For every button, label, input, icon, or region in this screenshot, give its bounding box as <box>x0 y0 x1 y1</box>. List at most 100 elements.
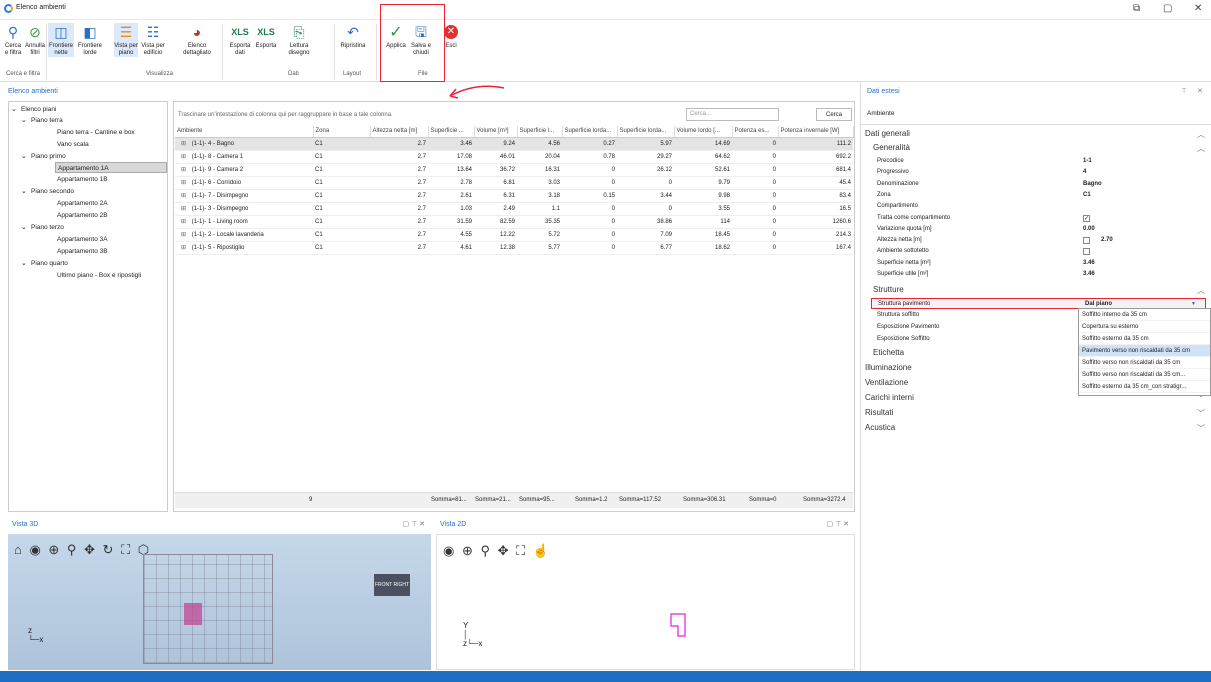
table-row[interactable]: ⊞ (1-1)- 4 - Bagno C1 2.7 3.46 9.24 4.56 0.27 5… <box>175 137 853 151</box>
search-filter-button[interactable]: ⚲ Cerca e filtra <box>3 23 23 57</box>
dropdown-option[interactable]: Soffitto verso non riscaldati da 35 cm <box>1079 357 1210 369</box>
search-input[interactable]: Cerca... <box>686 108 779 121</box>
tree-node[interactable]: ⌄ Piano secondo <box>21 186 74 197</box>
column-header[interactable]: Superficie ... <box>428 126 475 138</box>
close-icon[interactable]: ✕ <box>1197 87 1203 95</box>
chevron-down-icon[interactable]: ⌄ <box>21 151 31 162</box>
section-etichetta[interactable]: Etichetta <box>873 348 904 357</box>
column-header[interactable]: Zona <box>313 126 371 138</box>
building-wireframe[interactable] <box>143 554 273 664</box>
prop-row[interactable]: Ambiente sottotetto <box>871 246 1206 257</box>
maximize-icon[interactable]: ▢ <box>1163 3 1172 14</box>
chevron-up-icon[interactable]: ︿ <box>1197 285 1205 296</box>
column-header[interactable]: Volume lordo [... <box>674 126 733 138</box>
floor-view-button[interactable]: ☰ Vista per piano <box>114 23 138 57</box>
dropdown-option[interactable]: Soffitto esterno da 35 cm <box>1079 333 1210 345</box>
net-boundary-button[interactable]: ◫ Frontiere nette <box>48 23 74 57</box>
prop-row[interactable]: Tratta come compartimento ✓ <box>871 213 1206 224</box>
tree-node[interactable]: ⌄ Piano quarto <box>21 258 68 269</box>
expand-icon[interactable]: ⊞ <box>181 245 188 251</box>
export-button[interactable]: XLS Esporta <box>254 23 278 50</box>
expand-icon[interactable]: ⊞ <box>181 232 188 238</box>
tree-node[interactable]: Appartamento 2B <box>57 210 108 221</box>
chevron-down-icon[interactable]: ⌄ <box>21 258 31 269</box>
chevron-down-icon[interactable]: ⌄ <box>21 186 31 197</box>
section-acustica[interactable]: Acustica <box>865 423 895 432</box>
pin-icon[interactable]: ⊤ <box>1181 87 1187 95</box>
tree-node[interactable]: Piano terra - Cantine e box <box>57 127 135 138</box>
tree-node[interactable]: ⌄ Piano terra <box>21 115 63 126</box>
room-outline[interactable] <box>669 612 689 638</box>
expand-icon[interactable]: ⊞ <box>181 141 188 147</box>
restore-icon[interactable]: ⧉ <box>1133 3 1140 14</box>
expand-icon[interactable]: ⊞ <box>181 193 188 199</box>
tree-node[interactable]: Appartamento 1B <box>57 174 108 185</box>
table-row[interactable]: ⊞ (1-1)- 5 - Ripostiglio C1 2.7 4.61 12.38 5.… <box>175 241 853 255</box>
chevron-down-icon[interactable]: ⌄ <box>21 222 31 233</box>
section-generalita[interactable]: Generalità <box>873 143 910 152</box>
3d-viewport[interactable]: ⌂ ◉ ⊕ ⚲ ✥ ↻ ⛶ ⬡ FRONT RIGHT z └─x <box>8 534 431 670</box>
column-header[interactable]: Ambiente <box>175 126 314 138</box>
column-header[interactable]: Volume [m³] <box>474 126 518 138</box>
tree-node[interactable]: Appartamento 2A <box>57 198 108 209</box>
expand-icon[interactable]: ⊞ <box>181 206 188 212</box>
prop-row[interactable]: Variazione quota [m] 0.00 <box>871 224 1206 235</box>
chevron-down-icon[interactable]: ﹀ <box>1197 423 1205 434</box>
close-icon[interactable]: ✕ <box>1194 3 1202 14</box>
chevron-up-icon[interactable]: ︿ <box>1197 129 1205 140</box>
checkbox[interactable] <box>1083 237 1090 245</box>
section-ventilazione[interactable]: Ventilazione <box>865 378 908 387</box>
tree-node[interactable]: ⌄ Piano primo <box>21 151 66 162</box>
column-header[interactable]: Potenza es... <box>732 126 779 138</box>
tree-node[interactable]: ⌄ Piano terzo <box>21 222 64 233</box>
building-view-button[interactable]: ☷ Vista per edificio <box>140 23 166 57</box>
prop-row[interactable]: Altezza netta [m] 2.70 <box>871 235 1206 246</box>
clear-filter-button[interactable]: ⊘ Annulla filtri <box>24 23 46 57</box>
table-row[interactable]: ⊞ (1-1)- 8 - Camera 1 C1 2.7 17.08 46.01 20.0… <box>175 150 853 164</box>
dropdown-option[interactable]: Copertura su esterno <box>1079 321 1210 333</box>
expand-icon[interactable]: ⊞ <box>181 154 188 160</box>
2d-toolbar-icons[interactable]: ◉ ⊕ ⚲ ✥ ⛶ ☝ <box>443 543 551 559</box>
dropdown-option-highlighted[interactable]: Pavimento verso non riscaldati da 35 cm <box>1079 345 1210 357</box>
column-header[interactable]: Potenza invernale [W] <box>778 126 854 138</box>
prop-row[interactable]: Superficie netta [m²] 3.46 <box>871 258 1206 269</box>
tree-node-selected[interactable]: Appartamento 1A <box>55 162 167 173</box>
tree-node[interactable]: ⌄ Elenco piani <box>11 104 56 115</box>
checkbox[interactable]: ✓ <box>1083 214 1090 222</box>
prop-row[interactable]: Denominazione Bagno <box>871 179 1206 190</box>
expand-icon[interactable]: ⊞ <box>181 219 188 225</box>
expand-icon[interactable]: ⊞ <box>181 180 188 186</box>
tree-node[interactable]: Appartamento 3B <box>57 246 108 257</box>
detailed-list-button[interactable]: ◕ Elenco dettagliato <box>182 23 212 57</box>
prop-row[interactable]: Precodice 1-1 <box>871 156 1206 167</box>
chevron-up-icon[interactable]: ︿ <box>1197 143 1205 154</box>
tree-node[interactable]: Ultimo piano - Box e ripostigli <box>57 270 141 281</box>
column-header[interactable]: Superficie lorda... <box>617 126 675 138</box>
column-header[interactable]: Altezza netta [m] <box>370 126 429 138</box>
tab-ambiente[interactable]: Ambiente <box>867 110 894 117</box>
prop-row[interactable]: Zona C1 <box>871 190 1206 201</box>
panel-controls-icon[interactable]: ▢ ⊤ ✕ <box>403 520 425 528</box>
chevron-down-icon[interactable]: ⌄ <box>21 115 31 126</box>
chevron-down-icon[interactable]: ⌄ <box>11 104 21 115</box>
section-strutture[interactable]: Strutture <box>873 285 904 294</box>
table-row[interactable]: ⊞ (1-1)- 6 - Corridoio C1 2.7 2.78 6.81 3.03 0… <box>175 176 853 190</box>
dropdown-option[interactable]: Soffitto verso non riscaldati da 35 cm..… <box>1079 369 1210 381</box>
gross-boundary-button[interactable]: ◧ Frontiere lorde <box>76 23 104 57</box>
prop-row[interactable]: Progressivo 4 <box>871 167 1206 178</box>
prop-row[interactable]: Superficie utile [m²] 3.46 <box>871 269 1206 280</box>
read-drawing-button[interactable]: ⎘ Lettura disegno <box>284 23 314 57</box>
checkbox[interactable] <box>1083 248 1090 256</box>
table-row[interactable]: ⊞ (1-1)- 1 - Living room C1 2.7 31.59 82.59 3… <box>175 215 853 229</box>
tree-node[interactable]: Vano scala <box>57 139 89 150</box>
table-row[interactable]: ⊞ (1-1)- 9 - Camera 2 C1 2.7 13.64 36.72 16.3… <box>175 163 853 177</box>
section-dati-generali[interactable]: Dati generali <box>865 129 910 138</box>
3d-toolbar-icons[interactable]: ⌂ ◉ ⊕ ⚲ ✥ ↻ ⛶ ⬡ <box>14 542 151 558</box>
prop-row[interactable]: Compartimento <box>871 201 1206 212</box>
section-illuminazione[interactable]: Illuminazione <box>865 363 912 372</box>
table-row[interactable]: ⊞ (1-1)- 3 - Disimpegno C1 2.7 1.03 2.49 1.1 0… <box>175 202 853 216</box>
expand-icon[interactable]: ⊞ <box>181 167 188 173</box>
view-cube-icon[interactable]: FRONT RIGHT <box>374 574 410 596</box>
section-carichi[interactable]: Carichi interni <box>865 393 914 402</box>
struttura-pavimento-dropdown[interactable]: Soffitto interno da 35 cm Copertura su e… <box>1078 308 1211 396</box>
